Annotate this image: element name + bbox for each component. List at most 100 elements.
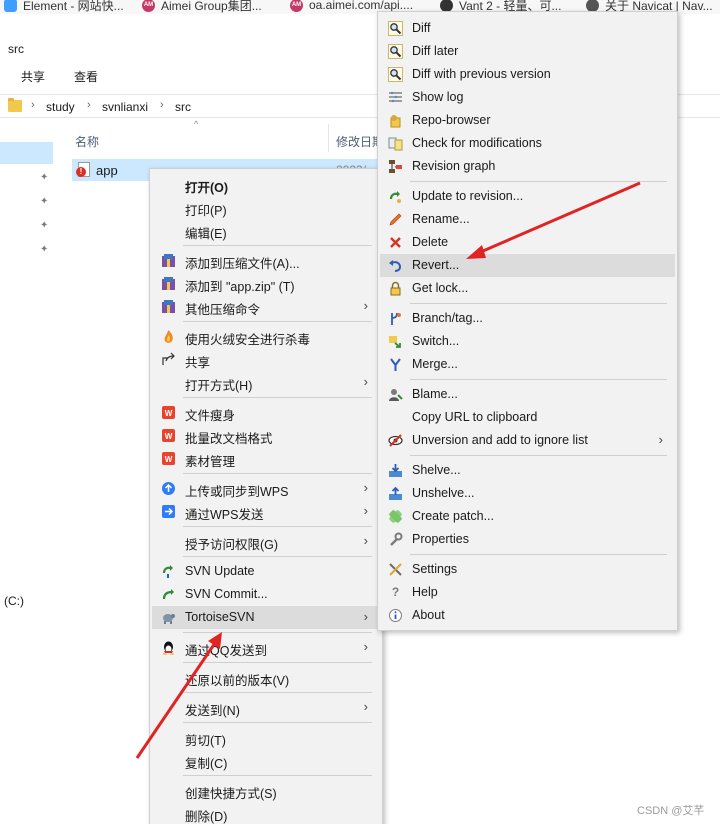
separator: [183, 722, 372, 723]
menu-grant-access[interactable]: 授予访问权限(G) ›: [152, 530, 380, 553]
merge-icon: [388, 357, 403, 372]
magnifier-icon: [388, 44, 403, 59]
separator: [410, 379, 667, 380]
winrar-icon: [161, 299, 176, 314]
separator: [183, 526, 372, 527]
pin-icon: ✦: [40, 220, 49, 231]
breadcrumb-study[interactable]: study: [46, 100, 75, 114]
sort-up-icon: ^: [194, 119, 199, 129]
separator: [410, 181, 667, 182]
svg-text:W: W: [165, 432, 173, 441]
svn-unversion-ignore[interactable]: Unversion and add to ignore list ›: [380, 429, 675, 452]
svn-check-modifications[interactable]: Check for modifications: [380, 132, 675, 155]
svn-get-lock[interactable]: Get lock...: [380, 277, 675, 300]
menu-other-archive[interactable]: 其他压缩命令 ›: [152, 295, 380, 318]
menu-restore-versions[interactable]: 还原以前的版本(V): [152, 666, 380, 689]
log-list-icon: [388, 90, 403, 105]
svn-about[interactable]: About: [380, 604, 675, 627]
menu-upload-wps[interactable]: 上传或同步到WPS ›: [152, 477, 380, 500]
svn-branch-tag[interactable]: Branch/tag...: [380, 307, 675, 330]
ignore-eye-icon: [388, 433, 403, 448]
chevron-right-icon: ›: [363, 298, 368, 313]
watermark: CSDN @艾芊: [637, 805, 705, 817]
menu-delete[interactable]: 删除(D): [152, 802, 380, 824]
menu-edit[interactable]: 编辑(E): [152, 219, 380, 242]
nav-drive-c[interactable]: (C:): [4, 594, 24, 608]
menu-add-app-zip[interactable]: 添加到 "app.zip" (T): [152, 272, 380, 295]
menu-send-wps[interactable]: 通过WPS发送 ›: [152, 500, 380, 523]
menu-copy[interactable]: 复制(C): [152, 749, 380, 772]
menu-huorong-scan[interactable]: 使用火绒安全进行杀毒: [152, 325, 380, 348]
settings-tools-icon: [388, 562, 403, 577]
menu-material-manager[interactable]: W 素材管理: [152, 447, 380, 470]
svn-revision-graph[interactable]: Revision graph: [380, 155, 675, 178]
bookmark-element[interactable]: Element - 网站快...: [4, 0, 124, 14]
chevron-right-icon: ›: [363, 374, 368, 389]
menu-send-to[interactable]: 发送到(N) ›: [152, 696, 380, 719]
svn-diff[interactable]: Diff: [380, 17, 675, 40]
pencil-icon: [388, 212, 403, 227]
svn-switch[interactable]: Switch...: [380, 330, 675, 353]
repo-browser-icon: [388, 113, 403, 128]
menu-open[interactable]: 打开(O): [152, 173, 380, 196]
menu-svn-update[interactable]: SVN Update: [152, 560, 380, 583]
svn-help[interactable]: ? Help: [380, 581, 675, 604]
breadcrumb-svnlianxi[interactable]: svnlianxi: [102, 100, 148, 114]
ribbon-tab-share[interactable]: 共享: [21, 68, 45, 85]
svn-update-to-revision[interactable]: Update to revision...: [380, 185, 675, 208]
menu-cut[interactable]: 剪切(T): [152, 726, 380, 749]
menu-file-slim[interactable]: W 文件瘦身: [152, 401, 380, 424]
svn-create-patch[interactable]: Create patch...: [380, 505, 675, 528]
am-icon: AM: [290, 0, 303, 12]
separator: [183, 632, 372, 633]
svg-text:W: W: [165, 409, 173, 418]
svn-properties[interactable]: Properties: [380, 528, 675, 551]
context-menu: 打开(O) 打印(P) 编辑(E) 添加到压缩文件(A)... 添加到 "app…: [149, 168, 383, 824]
svn-merge[interactable]: Merge...: [380, 353, 675, 376]
chevron-right-icon: ›: [658, 432, 663, 447]
am-icon: AM: [142, 0, 155, 12]
svn-blame[interactable]: Blame...: [380, 383, 675, 406]
file-conflict-icon: !: [76, 162, 90, 177]
svn-rename[interactable]: Rename...: [380, 208, 675, 231]
svn-settings[interactable]: Settings: [380, 558, 675, 581]
separator: [183, 775, 372, 776]
nav-selected-item[interactable]: [0, 142, 53, 164]
ribbon-tab-view[interactable]: 查看: [74, 68, 98, 85]
svn-copy-url[interactable]: Copy URL to clipboard: [380, 406, 675, 429]
menu-send-qq[interactable]: 通过QQ发送到 ›: [152, 636, 380, 659]
column-divider[interactable]: [328, 124, 329, 152]
menu-batch-format[interactable]: W 批量改文档格式: [152, 424, 380, 447]
menu-add-archive[interactable]: 添加到压缩文件(A)...: [152, 249, 380, 272]
svn-shelve[interactable]: Shelve...: [380, 459, 675, 482]
menu-share[interactable]: 共享: [152, 348, 380, 371]
wrench-icon: [388, 532, 403, 547]
file-name: app: [96, 163, 118, 178]
svn-unshelve[interactable]: Unshelve...: [380, 482, 675, 505]
menu-open-with[interactable]: 打开方式(H) ›: [152, 371, 380, 394]
svn-diff-previous[interactable]: Diff with previous version: [380, 63, 675, 86]
svn-show-log[interactable]: Show log: [380, 86, 675, 109]
delete-x-icon: [388, 235, 403, 250]
svn-delete[interactable]: Delete: [380, 231, 675, 254]
bookmark-aimei[interactable]: AM Aimei Group集团...: [142, 0, 262, 14]
blame-person-icon: [388, 387, 403, 402]
tortoise-icon: [161, 610, 176, 625]
separator: [183, 692, 372, 693]
svn-diff-later[interactable]: Diff later: [380, 40, 675, 63]
menu-create-shortcut[interactable]: 创建快捷方式(S): [152, 779, 380, 802]
switch-icon: [388, 334, 403, 349]
winrar-icon: [161, 253, 176, 268]
wps-icon: W: [161, 451, 176, 466]
chevron-right-icon: ›: [363, 503, 368, 518]
menu-svn-commit[interactable]: SVN Commit...: [152, 583, 380, 606]
separator: [183, 397, 372, 398]
svn-repo-browser[interactable]: Repo-browser: [380, 109, 675, 132]
breadcrumb-src[interactable]: src: [175, 100, 191, 114]
menu-print[interactable]: 打印(P): [152, 196, 380, 219]
svn-commit-icon: [161, 587, 176, 602]
svn-revert[interactable]: Revert...: [380, 254, 675, 277]
menu-tortoisesvn[interactable]: TortoiseSVN ›: [152, 606, 380, 629]
branch-icon: [388, 311, 403, 326]
update-revision-icon: [388, 189, 403, 204]
